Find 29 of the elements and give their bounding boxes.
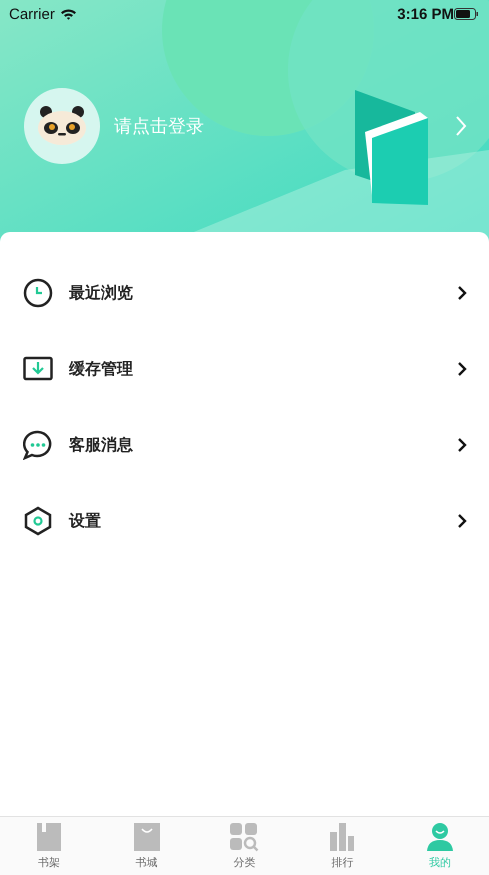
grid-search-icon xyxy=(229,822,260,852)
person-icon xyxy=(425,822,456,852)
battery-icon xyxy=(454,8,479,20)
ranking-bars-icon xyxy=(329,822,356,852)
settings-icon xyxy=(23,506,53,536)
tab-item[interactable]: 分类 xyxy=(196,817,294,875)
chevron-right-icon xyxy=(457,437,467,453)
menu-label: 最近浏览 xyxy=(69,282,134,304)
menu-item[interactable]: 设置 xyxy=(0,483,489,559)
menu-label: 缓存管理 xyxy=(69,358,134,380)
tab-item[interactable]: 排行 xyxy=(293,817,392,875)
menu-item[interactable]: 客服消息 xyxy=(0,407,489,483)
tab-item[interactable]: 书架 xyxy=(0,817,98,875)
chevron-right-icon xyxy=(457,285,467,301)
carrier-name: Carrier xyxy=(9,6,55,22)
chevron-right-icon xyxy=(457,361,467,377)
tab-item[interactable]: 书城 xyxy=(98,817,196,875)
chat-bubble-icon xyxy=(23,430,53,460)
menu-label: 客服消息 xyxy=(69,434,134,456)
menu-item[interactable]: 最近浏览 xyxy=(0,255,489,331)
bookmark-book-icon xyxy=(36,822,62,852)
shopping-bag-icon xyxy=(132,822,161,852)
menu-label: 设置 xyxy=(69,510,102,532)
wifi-icon xyxy=(60,8,77,20)
clock-icon xyxy=(23,278,53,308)
chevron-right-icon xyxy=(457,513,467,529)
menu-item[interactable]: 缓存管理 xyxy=(0,331,489,407)
status-time: 3:16 PM xyxy=(397,6,454,22)
panda-avatar[interactable] xyxy=(24,88,100,164)
